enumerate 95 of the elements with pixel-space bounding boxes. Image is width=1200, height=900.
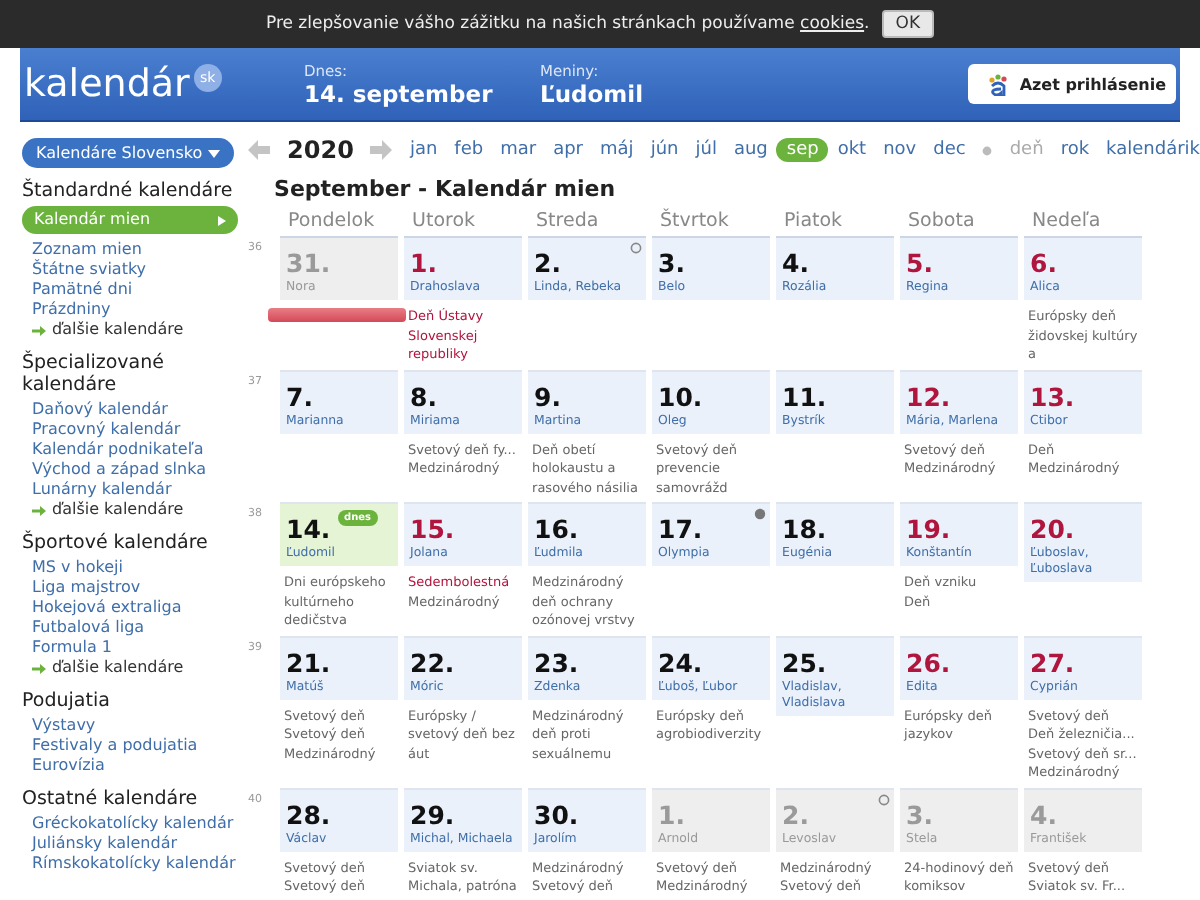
arrow-icon xyxy=(32,505,46,515)
sidebar-item[interactable]: Lunárny kalendár xyxy=(22,480,241,500)
sidebar-item[interactable]: Pamätné dni xyxy=(22,280,241,300)
login-button[interactable]: Azet prihlásenie xyxy=(967,64,1176,104)
day-number: 7. xyxy=(286,381,313,411)
sidebar-item[interactable]: Štátne sviatky xyxy=(22,260,241,280)
day-number: 1. xyxy=(410,248,437,278)
ok-button[interactable]: OK xyxy=(881,10,935,38)
logo[interactable]: kalendár xyxy=(24,62,190,106)
day-number: 9. xyxy=(534,381,561,411)
sidebar-item[interactable]: Pracovný kalendár xyxy=(22,420,241,440)
login-icon xyxy=(987,73,1008,95)
month-tab[interactable]: nov xyxy=(883,140,917,160)
month-tab[interactable]: máj xyxy=(600,140,634,160)
sidebar-item[interactable]: Formula 1 xyxy=(22,638,241,658)
view-link[interactable]: rok xyxy=(1060,140,1090,160)
day-number: 2. xyxy=(534,248,561,278)
month-tab[interactable]: feb xyxy=(454,140,484,160)
sidebar-item[interactable]: Výstavy xyxy=(22,716,241,736)
day-number: 23. xyxy=(534,647,579,677)
sidebar-item[interactable]: Gréckokatolícky kalendár xyxy=(22,814,241,834)
arrow-icon xyxy=(32,663,46,673)
day-number: 25. xyxy=(782,647,827,677)
day-number: 4. xyxy=(1030,799,1057,829)
day-number: 16. xyxy=(534,514,579,544)
sidebar-item[interactable]: Hokejová extraliga xyxy=(22,598,241,618)
day-number: 2. xyxy=(782,799,809,829)
next-arrow-icon[interactable] xyxy=(370,140,393,160)
month-tab[interactable]: aug xyxy=(733,140,768,160)
section-title: Podujatia xyxy=(22,690,112,712)
day-number: 19. xyxy=(906,514,951,544)
more-calendars-link[interactable]: ďalšie kalendáre xyxy=(22,500,241,520)
day-number: 29. xyxy=(410,799,455,829)
cookie-notice: Pre zlepšovanie vášho zážitku na našich stránkach používame cookies. xyxy=(265,14,870,34)
sidebar-item[interactable]: MS v hokeji xyxy=(22,558,241,578)
sidebar-item[interactable]: Futbalová liga xyxy=(22,618,241,638)
play-icon xyxy=(218,215,226,225)
day-number: 18. xyxy=(782,514,827,544)
day-number: 26. xyxy=(906,647,951,677)
year: 2020 xyxy=(287,136,354,164)
sidebar-item[interactable]: Východ a západ slnka xyxy=(22,460,241,480)
day-number: 1. xyxy=(658,799,685,829)
sidebar-item[interactable]: Kalendár podnikateľa xyxy=(22,440,241,460)
section-title: Špecializované kalendáre xyxy=(22,352,166,396)
calendar-dropdown[interactable]: Kalendáre Slovensko xyxy=(22,138,235,168)
section-title: Štandardné kalendáre xyxy=(22,180,235,202)
more-calendars-link[interactable]: ďalšie kalendáre xyxy=(22,658,241,678)
cookies-link[interactable]: cookies xyxy=(800,14,865,34)
day-number: 14. xyxy=(286,514,331,544)
day-number: 22. xyxy=(410,647,455,677)
day-number: 15. xyxy=(410,514,455,544)
day-number: 11. xyxy=(782,381,827,411)
day-number: 3. xyxy=(906,799,933,829)
day-number: 31. xyxy=(286,248,331,278)
day-number: 3. xyxy=(658,248,685,278)
month-tab[interactable]: okt xyxy=(837,140,867,160)
day-number: 21. xyxy=(286,647,331,677)
month-tab[interactable]: mar xyxy=(500,140,537,160)
day-number: 17. xyxy=(658,514,703,544)
day-number: 27. xyxy=(1030,647,1075,677)
day-number: 24. xyxy=(658,647,703,677)
day-number: 12. xyxy=(906,381,951,411)
arrow-icon xyxy=(32,325,46,335)
day-number: 10. xyxy=(658,381,703,411)
sidebar-item[interactable]: Eurovízia xyxy=(22,756,241,776)
section-title: Ostatné kalendáre xyxy=(22,788,200,810)
separator-dot-icon xyxy=(982,145,993,155)
sidebar-item[interactable]: Liga majstrov xyxy=(22,578,241,598)
nameday-name: Ľudomil xyxy=(540,79,646,107)
day-number: 13. xyxy=(1030,381,1075,411)
month-tab[interactable]: júl xyxy=(695,140,717,160)
day-number: 8. xyxy=(410,381,437,411)
section-title: Športové kalendáre xyxy=(22,532,210,554)
day-number: 30. xyxy=(534,799,579,829)
sidebar-item[interactable]: Festivaly a podujatia xyxy=(22,736,241,756)
sidebar-item[interactable]: Rímskokatolícky kalendár xyxy=(22,854,241,874)
more-calendars-link[interactable]: ďalšie kalendáre xyxy=(22,320,241,340)
calendar-title: September - Kalendár mien xyxy=(274,176,618,202)
sidebar-item[interactable]: Prázdniny xyxy=(22,300,241,320)
caret-icon xyxy=(208,149,221,157)
today-date: 14. september xyxy=(304,79,495,107)
day-number: 20. xyxy=(1030,514,1075,544)
sidebar-item[interactable]: Juliánsky kalendár xyxy=(22,834,241,854)
month-tab[interactable]: dec xyxy=(933,140,966,160)
sidebar-item[interactable]: Zoznam mien xyxy=(22,240,241,260)
day-number: 28. xyxy=(286,799,331,829)
month-tab[interactable]: jan xyxy=(409,140,438,160)
month-tab[interactable]: apr xyxy=(553,140,584,160)
view-link[interactable]: kalendárik xyxy=(1106,140,1200,160)
previous-arrow-icon[interactable] xyxy=(248,140,271,160)
day-number: 6. xyxy=(1030,248,1057,278)
sidebar-item[interactable]: Daňový kalendár xyxy=(22,400,241,420)
day-number: 4. xyxy=(782,248,809,278)
month-tab[interactable]: jún xyxy=(650,140,679,160)
day-number: 5. xyxy=(906,248,933,278)
